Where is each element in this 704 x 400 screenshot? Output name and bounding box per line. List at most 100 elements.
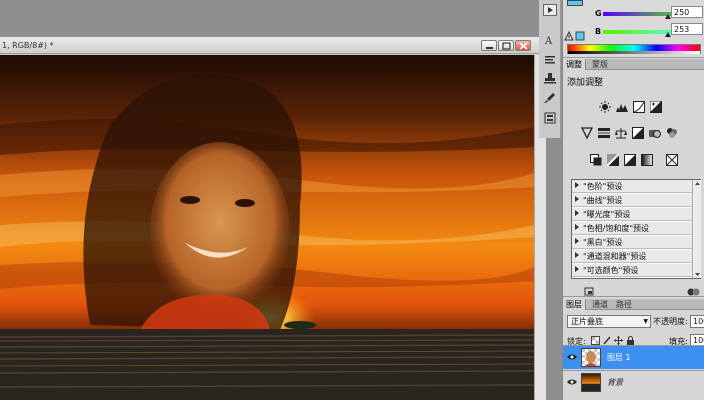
lock-position-icon[interactable] (614, 336, 623, 345)
layers-tabbar: 图层 通道 路径 (563, 299, 704, 310)
right-panel-dock: G 250 B 253 调整 蒙版 添加调整 "色阶"预设 "曲线"预设 "曝光… (562, 0, 704, 400)
channel-mixer-icon (667, 128, 677, 138)
list-item[interactable]: "通道混和器"预设 (572, 250, 692, 263)
adjustment-presets-list: "色阶"预设 "曲线"预设 "曝光度"预设 "色相/饱和度"预设 "黑白"预设 … (571, 179, 701, 279)
tab-layers[interactable]: 图层 (563, 299, 586, 310)
opacity-input[interactable]: 100 (690, 315, 704, 328)
threshold-button[interactable] (624, 154, 636, 166)
list-item[interactable]: "色阶"预设 (572, 180, 692, 193)
layer-row-layer-1[interactable]: 图层 1 (563, 345, 704, 369)
vibrance-icon (581, 127, 593, 139)
layer-thumbnail (581, 348, 601, 367)
expand-triangle-icon (575, 238, 579, 244)
tab-masks[interactable]: 蒙版 (589, 59, 611, 70)
history-panel-button[interactable] (543, 112, 557, 124)
character-icon: A (544, 36, 553, 46)
expand-triangle-icon (575, 224, 579, 230)
tool-presets-button[interactable] (543, 92, 557, 104)
history-icon (544, 112, 556, 124)
minimize-icon (486, 47, 493, 49)
eye-icon[interactable] (567, 353, 577, 361)
color-balance-icon (615, 128, 627, 139)
color-balance-button[interactable] (615, 127, 627, 139)
layers-panel: 图层 通道 路径 正片叠底 不透明度: 100 锁定: 填充: 100 图层 1… (563, 299, 704, 400)
color-spectrum-ramp[interactable] (567, 44, 701, 54)
eye-icon[interactable] (567, 378, 577, 386)
tab-channels[interactable]: 通道 (589, 299, 611, 310)
paragraph-icon (545, 56, 555, 64)
return-to-list-icon (584, 287, 594, 296)
maximize-button[interactable] (498, 40, 514, 51)
photo-filter-button[interactable] (649, 127, 661, 139)
green-channel-label: G (595, 9, 602, 18)
blue-channel-input[interactable]: 253 (671, 23, 703, 35)
green-channel-input[interactable]: 250 (671, 6, 703, 18)
exposure-button[interactable] (650, 101, 662, 113)
lock-transparency-icon[interactable] (591, 336, 600, 345)
channel-mixer-button[interactable] (666, 127, 678, 139)
list-item[interactable]: "黑白"预设 (572, 236, 692, 249)
out-of-gamut-warning-icon[interactable] (563, 30, 587, 42)
curves-button[interactable] (633, 101, 645, 113)
expand-triangle-icon (575, 196, 579, 202)
tab-paths[interactable]: 路径 (613, 299, 635, 310)
list-item[interactable]: "色相/饱和度"预设 (572, 222, 692, 235)
lock-all-icon[interactable] (626, 336, 635, 345)
play-action-button[interactable] (543, 4, 557, 16)
image-canvas[interactable] (0, 55, 534, 400)
posterize-icon (607, 154, 619, 166)
list-item[interactable]: "曝光度"预设 (572, 208, 692, 221)
layer-name[interactable]: 图层 1 (607, 352, 631, 363)
presets-scrollbar[interactable] (692, 180, 701, 278)
document-titlebar[interactable]: 1, RGB/8#) * (0, 38, 546, 54)
gradient-map-button[interactable] (641, 154, 653, 166)
svg-text:A: A (544, 36, 553, 46)
threshold-icon (624, 154, 636, 166)
exposure-icon (650, 101, 662, 113)
panel-footer-icons (584, 287, 700, 296)
layer-row-background[interactable]: 背景 (563, 370, 704, 394)
clone-source-button[interactable] (543, 72, 557, 84)
close-button[interactable] (515, 40, 531, 51)
lock-pixels-icon[interactable] (603, 336, 612, 345)
hue-saturation-icon (598, 128, 610, 138)
color-panel: G 250 B 253 (563, 0, 704, 58)
tab-adjustments[interactable]: 调整 (563, 59, 586, 70)
list-item[interactable]: "可选颜色"预设 (572, 264, 692, 277)
foreground-color-swatch[interactable] (567, 0, 583, 6)
curves-icon (633, 101, 645, 113)
gradient-map-icon (641, 154, 653, 166)
stamp-icon (544, 73, 556, 84)
selective-color-icon (666, 154, 678, 166)
layer-thumbnail (581, 373, 601, 392)
list-item[interactable]: "曲线"预设 (572, 194, 692, 207)
opacity-label: 不透明度: (653, 317, 688, 326)
blue-channel-label: B (595, 27, 602, 36)
posterize-button[interactable] (607, 154, 619, 166)
invert-button[interactable] (590, 154, 602, 166)
portrait-thumbnail-icon (585, 351, 597, 366)
levels-button[interactable] (616, 101, 628, 113)
character-panel-button[interactable]: A (543, 34, 557, 46)
levels-icon (616, 104, 628, 112)
document-window: 1, RGB/8#) * (0, 37, 546, 400)
adjustments-footer (563, 287, 704, 297)
adjustments-tabbar: 调整 蒙版 (563, 59, 704, 70)
adjustments-panel: 调整 蒙版 添加调整 "色阶"预设 "曲线"预设 "曝光度"预设 "色相/饱和度… (563, 59, 704, 297)
brightness-contrast-button[interactable] (599, 101, 611, 113)
scroll-arrows-icon (695, 182, 700, 276)
black-white-button[interactable] (632, 127, 644, 139)
selective-color-button[interactable] (666, 154, 678, 166)
vibrance-button[interactable] (581, 127, 593, 139)
hue-saturation-button[interactable] (598, 127, 610, 139)
close-icon (519, 42, 528, 50)
layer-name[interactable]: 背景 (607, 377, 623, 388)
expand-triangle-icon (575, 266, 579, 272)
minimize-button[interactable] (481, 40, 497, 51)
play-icon (543, 4, 557, 16)
expand-triangle-icon (575, 182, 579, 188)
brightness-contrast-icon (599, 101, 611, 113)
panel-icon-strip: A (539, 0, 561, 138)
paragraph-panel-button[interactable] (543, 54, 557, 66)
blend-mode-select[interactable]: 正片叠底 (567, 315, 651, 328)
